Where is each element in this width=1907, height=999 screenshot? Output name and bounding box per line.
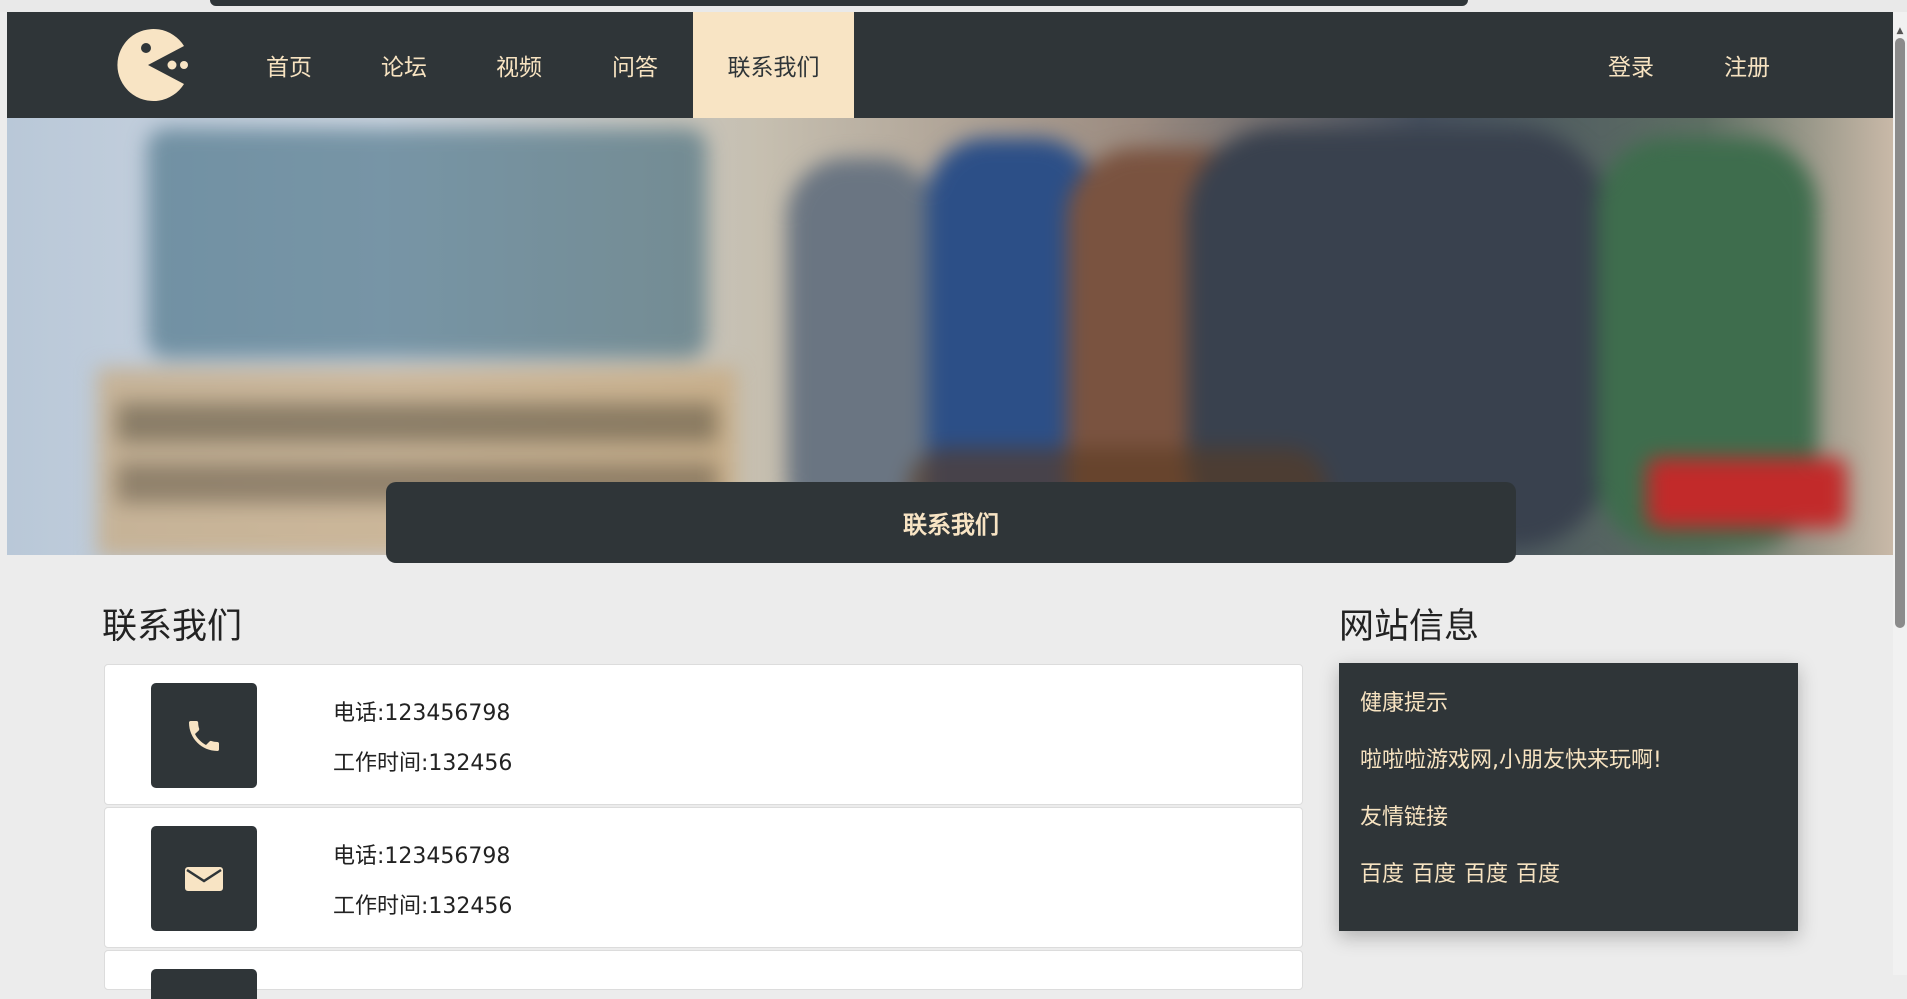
login-link[interactable]: 登录 <box>1581 12 1681 118</box>
contact-card <box>104 950 1303 999</box>
scrollbar[interactable]: ▲ <box>1893 12 1907 975</box>
contact-icon-partial <box>151 969 257 999</box>
scrollbar-thumb[interactable] <box>1895 38 1905 628</box>
nav-item-contact-us[interactable]: 联系我们 <box>693 12 854 118</box>
friend-link[interactable]: 百度 <box>1516 862 1560 887</box>
contact-heading: 联系我们 <box>102 607 243 647</box>
browser-top-strip <box>0 0 1907 12</box>
nav-item-forum[interactable]: 论坛 <box>354 12 454 118</box>
contact-card: 电话:123456798 工作时间:132456 <box>104 664 1303 805</box>
register-link[interactable]: 注册 <box>1697 12 1797 118</box>
browser-tab-bar <box>210 0 1468 6</box>
phone-icon <box>151 683 257 788</box>
friend-link[interactable]: 百度 <box>1360 862 1404 887</box>
friend-links-list: 百度 百度 百度 百度 <box>1360 856 1568 888</box>
scroll-up-icon[interactable]: ▲ <box>1895 26 1905 36</box>
friend-link[interactable]: 百度 <box>1412 862 1456 887</box>
health-tip-label: 健康提示 <box>1360 691 1449 716</box>
nav-item-qa[interactable]: 问答 <box>585 12 685 118</box>
banner-section-title: 联系我们 <box>386 482 1516 563</box>
nav-item-video[interactable]: 视频 <box>469 12 569 118</box>
contact-phone-text: 电话:123456798 <box>333 701 511 726</box>
nav-item-home[interactable]: 首页 <box>239 12 339 118</box>
friend-links-label: 友情链接 <box>1360 805 1449 830</box>
health-tip-text: 啦啦啦游戏网,小朋友快来玩啊! <box>1360 748 1662 773</box>
pacman-logo-icon[interactable] <box>108 28 188 102</box>
site-info-panel: 健康提示 啦啦啦游戏网,小朋友快来玩啊! 友情链接 百度 百度 百度 百度 <box>1339 663 1798 931</box>
site-info-heading: 网站信息 <box>1339 607 1480 647</box>
contact-hours-text: 工作时间:132456 <box>333 751 513 776</box>
contact-phone-text: 电话:123456798 <box>333 844 511 869</box>
contact-hours-text: 工作时间:132456 <box>333 894 513 919</box>
envelope-icon <box>151 826 257 931</box>
contact-card: 电话:123456798 工作时间:132456 <box>104 807 1303 948</box>
friend-link[interactable]: 百度 <box>1464 862 1508 887</box>
top-navigation: 首页 论坛 视频 问答 联系我们 登录 注册 <box>7 12 1893 118</box>
